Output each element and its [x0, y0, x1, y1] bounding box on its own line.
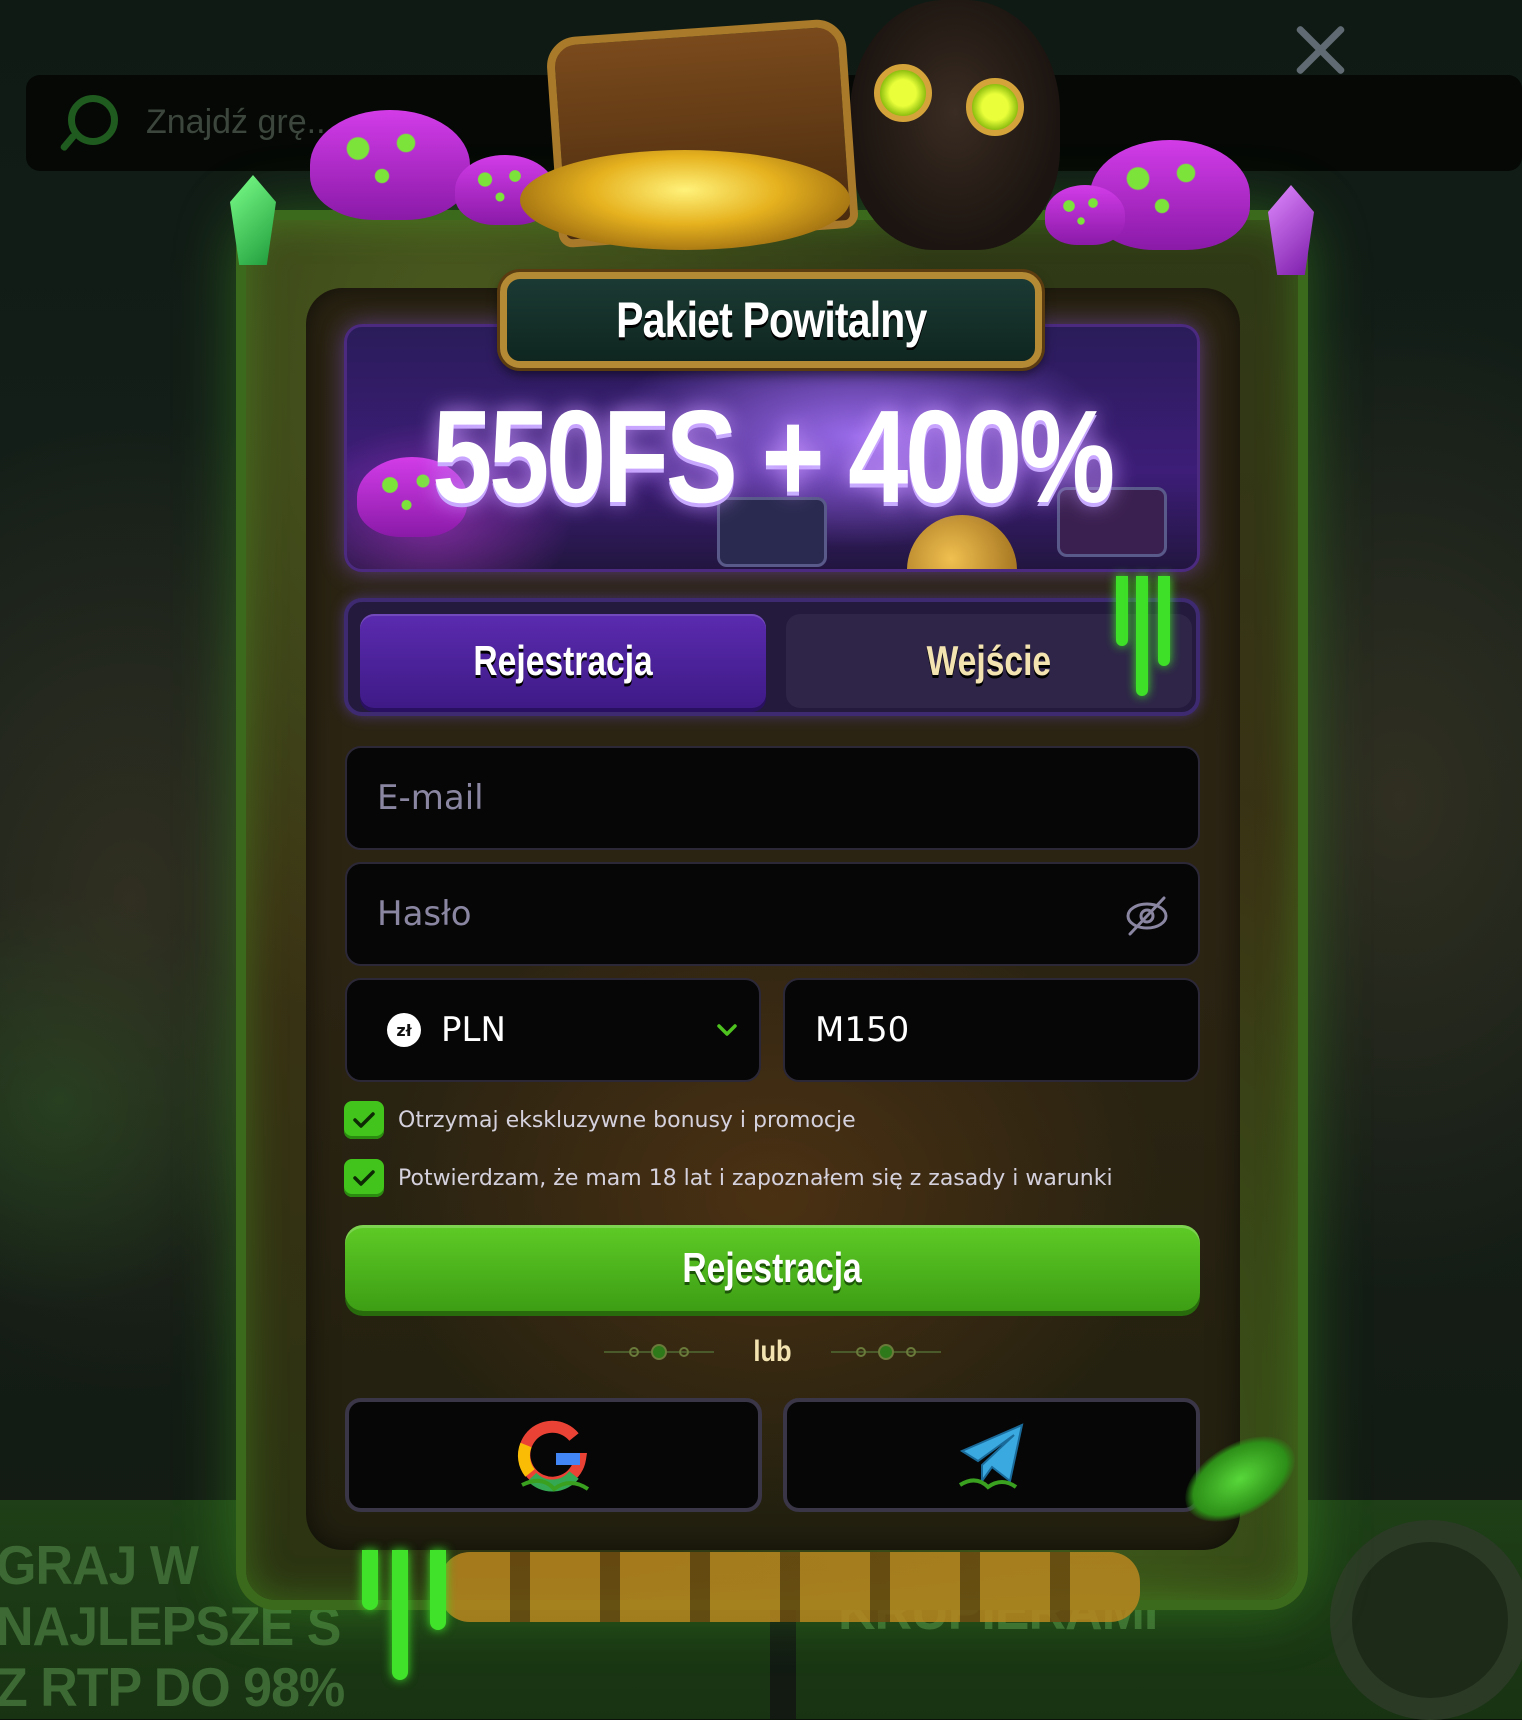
cat-mascot-image	[850, 0, 1060, 250]
or-label: lub	[753, 1335, 791, 1369]
checkmark-icon	[352, 1110, 376, 1130]
promo-code-field[interactable]: M150	[783, 978, 1200, 1082]
promo-code-value: M150	[815, 1010, 909, 1050]
google-icon	[512, 1415, 596, 1495]
bonus-amount: 550FS + 400%	[424, 387, 1121, 527]
tab-register-label: Rejestracja	[473, 637, 652, 685]
ornament-right-icon	[831, 1342, 941, 1362]
email-field[interactable]: E-mail	[345, 746, 1200, 850]
tab-login-label: Wejście	[927, 637, 1052, 685]
slime-drip-decoration	[430, 1550, 446, 1630]
password-field[interactable]: Hasło	[345, 862, 1200, 966]
modal-title: Pakiet Powitalny	[616, 291, 926, 349]
checkmark-icon	[352, 1168, 376, 1188]
modal-title-plate: Pakiet Powitalny	[500, 272, 1042, 368]
register-button-label: Rejestracja	[683, 1244, 862, 1292]
banner-line: Z RTP DO 98%	[0, 1657, 344, 1718]
currency-value: PLN	[441, 1010, 506, 1050]
bonus-consent-checkbox[interactable]	[344, 1101, 384, 1139]
slime-drip-decoration	[362, 1550, 378, 1610]
gold-coins-image	[520, 150, 850, 250]
age-terms-row: Potwierdzam, że mam 18 lat i zapoznałem …	[344, 1158, 1113, 1198]
cat-eye	[966, 78, 1024, 136]
password-placeholder: Hasło	[377, 894, 472, 934]
search-icon	[68, 95, 118, 145]
close-icon[interactable]	[1290, 20, 1350, 80]
telegram-icon	[952, 1415, 1032, 1495]
ornament-left-icon	[604, 1342, 714, 1362]
or-divider: lub	[344, 1330, 1200, 1374]
background-search-placeholder: Znajdź grę...	[146, 103, 335, 142]
mushroom-decoration	[1045, 185, 1125, 245]
chevron-down-icon	[715, 1020, 739, 1040]
auth-tabs: Rejestracja Wejście	[344, 598, 1200, 716]
mushroom-decoration	[310, 110, 470, 220]
email-placeholder: E-mail	[377, 778, 484, 818]
slime-drip-decoration	[392, 1550, 408, 1680]
cat-eye	[874, 64, 932, 122]
gold-chain-decoration	[440, 1552, 1140, 1622]
eye-hidden-icon[interactable]	[1124, 894, 1170, 938]
age-terms-checkbox[interactable]	[344, 1159, 384, 1197]
roulette-wheel-image	[1330, 1520, 1522, 1720]
register-button[interactable]: Rejestracja	[345, 1225, 1200, 1311]
age-terms-label: Potwierdzam, że mam 18 lat i zapoznałem …	[398, 1166, 1113, 1191]
slime-drip-decoration	[1112, 576, 1182, 706]
tab-register[interactable]: Rejestracja	[360, 614, 766, 708]
google-login-button[interactable]	[345, 1398, 762, 1512]
zloty-icon: zł	[387, 1013, 421, 1047]
currency-select[interactable]: zł PLN	[345, 978, 761, 1082]
telegram-login-button[interactable]	[783, 1398, 1200, 1512]
bonus-consent-label: Otrzymaj ekskluzywne bonusy i promocje	[398, 1108, 856, 1133]
bonus-consent-row: Otrzymaj ekskluzywne bonusy i promocje	[344, 1100, 856, 1140]
